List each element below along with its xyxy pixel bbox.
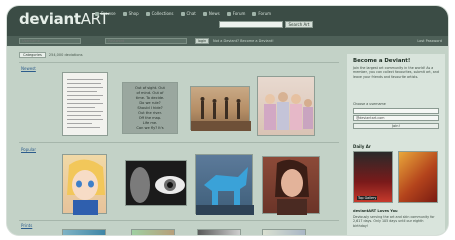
join-button[interactable]: Join!: [353, 123, 439, 129]
deviation-count: 254,000 deviations: [48, 53, 83, 57]
search-bar: Search Art: [219, 21, 313, 28]
divider: [19, 220, 339, 221]
panel-title: Become a Deviant!: [353, 58, 411, 64]
login-button[interactable]: login: [195, 38, 209, 44]
collections-icon: [145, 11, 150, 16]
main-nav: Browse Shop Collections Chat News Forum …: [95, 11, 271, 16]
forum2-icon: [252, 11, 257, 16]
poem-line: Should I hide?: [137, 106, 163, 110]
nav-label: News: [208, 11, 220, 16]
top-gallery-caption: Top Gallery: [357, 196, 378, 200]
section-prints-link[interactable]: Prints: [21, 223, 32, 228]
signup-panel: Become a Deviant! Join the largest art c…: [347, 54, 445, 235]
shop-icon: [122, 11, 127, 16]
loves-you-title: deviantART Loves You: [353, 209, 398, 213]
loves-you-text: Deviously serving the art and skin commu…: [353, 215, 435, 228]
divider: [19, 142, 339, 143]
lost-password-link[interactable]: Lost Password: [417, 39, 442, 43]
panel-description: Join the largest art community in the wo…: [353, 66, 439, 79]
thumb-family-photo[interactable]: [257, 76, 315, 136]
nav-shop[interactable]: Shop: [122, 11, 139, 16]
poem-line: Off the map.: [138, 116, 162, 120]
daily-art-thumb[interactable]: [398, 151, 438, 203]
daily-art-label: Daily Ar: [353, 144, 371, 149]
nav-label: Forum: [232, 11, 246, 16]
thumb-anime-girl[interactable]: [62, 154, 107, 215]
content-area: Categories 254,000 deviations Newest Out…: [7, 46, 448, 235]
nav-label: Chat: [186, 11, 196, 16]
site-header: deviantART Browse Shop Collections Chat …: [7, 6, 448, 36]
search-button[interactable]: Search Art: [285, 21, 313, 28]
chat-icon: [180, 11, 185, 16]
logo-bold: deviant: [19, 10, 81, 28]
nav-forum[interactable]: Forum: [226, 11, 246, 16]
section-newest-link[interactable]: Newest: [21, 66, 36, 71]
forum-icon: [226, 11, 231, 16]
thumb-portrait-woman[interactable]: [262, 156, 320, 215]
nav-label: Shop: [128, 11, 139, 16]
nav-collections[interactable]: Collections: [145, 11, 174, 16]
join-link[interactable]: Not a Deviant? Become a Deviant!: [213, 39, 274, 43]
browser-window: deviantART Browse Shop Collections Chat …: [7, 6, 448, 235]
nav-forum-2[interactable]: Forum: [252, 11, 271, 16]
section-popular-link[interactable]: Popular: [21, 147, 36, 152]
breadcrumb: Categories 254,000 deviations: [19, 52, 83, 58]
nav-chat[interactable]: Chat: [180, 11, 196, 16]
thumb-print-1[interactable]: [62, 229, 106, 235]
username-field[interactable]: [19, 38, 81, 44]
nav-label: Browse: [101, 11, 116, 16]
thumb-blue-creature[interactable]: [195, 154, 254, 215]
thumb-print-4[interactable]: [262, 229, 306, 235]
thumb-eye-portrait[interactable]: [125, 160, 187, 206]
login-bar: login Not a Deviant? Become a Deviant! L…: [7, 36, 448, 46]
thumb-dancers[interactable]: [190, 86, 251, 131]
signup-email-field[interactable]: [353, 115, 439, 121]
signup-username-field[interactable]: [353, 108, 439, 114]
nav-browse[interactable]: Browse: [95, 11, 116, 16]
divider: [19, 62, 339, 63]
categories-button[interactable]: Categories: [19, 52, 46, 58]
thumb-print-2[interactable]: [131, 229, 175, 235]
poem-line: Life me.: [142, 121, 158, 125]
poem-line: Do we rule?: [139, 101, 161, 105]
search-input[interactable]: [219, 21, 283, 28]
password-field[interactable]: [105, 38, 187, 44]
nav-label: Collections: [151, 11, 174, 16]
nav-news[interactable]: News: [202, 11, 220, 16]
poem-line: of mind. Out of: [136, 91, 164, 95]
thumb-document[interactable]: [62, 72, 108, 136]
top-gallery-thumb[interactable]: Top Gallery: [353, 151, 393, 203]
news-icon: [202, 11, 207, 16]
thumb-poem[interactable]: Out of sight. Out of mind. Out of time. …: [122, 82, 178, 134]
poem-line: time. To decide.: [135, 96, 165, 100]
poem-line: Out the river.: [138, 111, 162, 115]
browse-icon: [95, 11, 99, 16]
username-label: Choose a username: [353, 102, 386, 106]
thumb-print-3[interactable]: [197, 229, 241, 235]
poem-line: Out of sight. Out: [135, 86, 165, 90]
poem-line: Can we fly? It's: [136, 126, 164, 130]
nav-label: Forum: [258, 11, 272, 16]
